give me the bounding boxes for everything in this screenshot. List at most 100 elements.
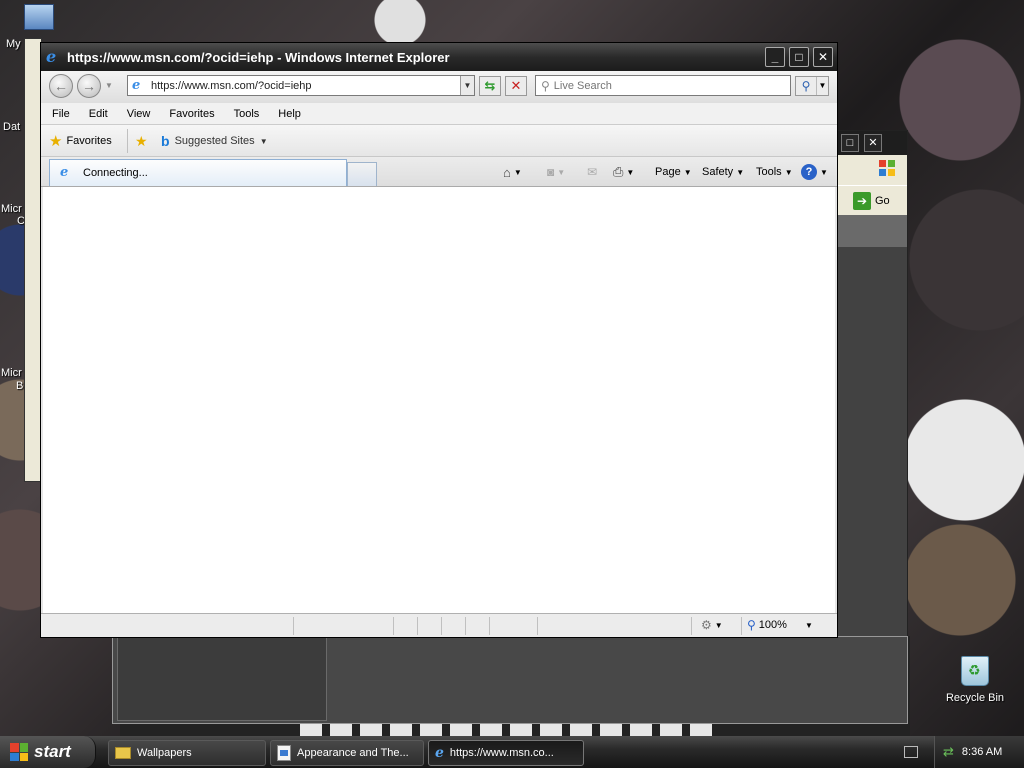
taskbar-item-label: https://www.msn.co... xyxy=(449,747,554,759)
recycle-bin[interactable]: Recycle Bin xyxy=(940,656,1010,704)
status-divider xyxy=(293,617,294,635)
background-window-bottom[interactable] xyxy=(112,636,908,724)
menu-edit[interactable]: Edit xyxy=(81,108,116,120)
clock[interactable]: 8:36 AM xyxy=(962,746,1002,758)
desktop-icon-label[interactable]: Micr xyxy=(1,367,22,379)
search-box[interactable]: ⚲ xyxy=(535,75,791,96)
favorites-separator xyxy=(127,129,128,153)
folder-icon xyxy=(115,747,131,759)
star-icon: ★ xyxy=(49,132,63,150)
add-to-favorites-bar-icon[interactable]: ★ xyxy=(135,133,148,150)
menu-bar: File Edit View Favorites Tools Help xyxy=(41,103,837,125)
search-icon: ⚲ xyxy=(541,78,550,93)
taskbar-item-label: Appearance and The... xyxy=(297,747,409,759)
status-divider xyxy=(465,617,466,635)
status-divider xyxy=(393,617,394,635)
print-button[interactable]: ⎙ ▼ xyxy=(613,163,634,181)
refresh-button[interactable]: ⇆ xyxy=(479,76,501,96)
network-icon[interactable]: ⇄ xyxy=(943,744,954,760)
zoom-icon: ⚲ xyxy=(747,618,756,632)
help-button[interactable]: ? ▼ xyxy=(801,163,828,181)
chevron-down-icon: ▼ xyxy=(820,167,828,177)
ie-titlebar[interactable]: e https://www.msn.com/?ocid=iehp - Windo… xyxy=(41,43,837,71)
my-computer-icon[interactable] xyxy=(24,4,54,30)
recycle-bin-label: Recycle Bin xyxy=(945,692,1005,704)
search-options-dropdown[interactable]: ▼ xyxy=(816,77,828,95)
taskbar: start Wallpapers Appearance and The... e… xyxy=(0,736,1024,768)
new-tab-button[interactable] xyxy=(347,162,377,186)
status-divider xyxy=(741,617,742,635)
page-menu-button[interactable]: Page ▼ xyxy=(655,163,692,181)
safety-menu-label: Safety xyxy=(702,166,734,178)
feeds-button[interactable]: ◙ ▼ xyxy=(547,163,565,181)
background-window-right[interactable]: □ ✕ ➔ Go xyxy=(836,130,908,720)
search-input[interactable] xyxy=(553,79,790,92)
chevron-down-icon: ▼ xyxy=(714,620,723,630)
menu-favorites[interactable]: Favorites xyxy=(161,108,222,120)
close-button[interactable]: ✕ xyxy=(864,134,882,152)
menu-tools[interactable]: Tools xyxy=(226,108,268,120)
recent-pages-dropdown[interactable]: ▼ xyxy=(105,81,113,90)
status-divider xyxy=(691,617,692,635)
ie-window[interactable]: e https://www.msn.com/?ocid=iehp - Windo… xyxy=(40,42,838,638)
mail-icon: ✉ xyxy=(587,165,598,179)
desktop-icon-label[interactable]: Micr xyxy=(1,203,22,215)
keyboard-icon[interactable] xyxy=(904,746,918,758)
tab-label: Connecting... xyxy=(83,167,148,179)
taskbar-item-appearance[interactable]: Appearance and The... xyxy=(270,740,424,766)
start-button[interactable]: start xyxy=(0,736,96,768)
page-menu-label: Page xyxy=(655,166,681,178)
chevron-down-icon: ▼ xyxy=(259,136,268,146)
taskbar-item-wallpapers[interactable]: Wallpapers xyxy=(108,740,266,766)
home-icon: ⌂ xyxy=(503,164,511,180)
taskbar-item-ie[interactable]: e https://www.msn.co... xyxy=(428,740,584,766)
go-button[interactable]: ➔ Go xyxy=(853,191,903,211)
favorites-button[interactable]: ★ Favorites xyxy=(49,131,112,151)
address-text[interactable]: https://www.msn.com/?ocid=iehp xyxy=(151,80,460,92)
start-label: start xyxy=(34,742,71,761)
chevron-down-icon: ▼ xyxy=(736,167,745,177)
maximize-button[interactable]: □ xyxy=(789,47,809,67)
zoom-dropdown[interactable]: ▼ xyxy=(805,621,813,630)
search-button[interactable]: ⚲ ▼ xyxy=(795,76,829,96)
chevron-down-icon: ▼ xyxy=(683,167,692,177)
windows-logo-icon xyxy=(10,743,28,761)
suggested-sites-button[interactable]: b Suggested Sites ▼ xyxy=(161,131,268,151)
system-tray: ⇄ 8:36 AM xyxy=(934,736,1024,768)
menu-help[interactable]: Help xyxy=(270,108,309,120)
background-window-menubar xyxy=(837,155,907,185)
forward-button[interactable]: → xyxy=(77,74,101,98)
address-dropdown-button[interactable]: ▼ xyxy=(460,76,474,95)
desktop-icon-label[interactable]: B xyxy=(16,380,23,392)
bing-icon: b xyxy=(161,133,170,149)
maximize-button[interactable]: □ xyxy=(841,134,859,152)
chevron-down-icon: ▼ xyxy=(513,167,522,177)
ie-icon: e xyxy=(435,745,444,761)
printer-icon: ⎙ xyxy=(613,164,624,179)
close-button[interactable]: ✕ xyxy=(813,47,833,67)
address-bar[interactable]: e https://www.msn.com/?ocid=iehp ▼ xyxy=(127,75,475,96)
zoom-button[interactable]: ⚲ 100% xyxy=(747,618,787,632)
loading-ie-icon: e xyxy=(60,165,69,180)
read-mail-button[interactable]: ✉ xyxy=(587,163,597,181)
tab-connecting[interactable]: e Connecting... xyxy=(49,159,347,186)
home-button[interactable]: ⌂ ▼ xyxy=(503,163,522,181)
tools-menu-button[interactable]: Tools ▼ xyxy=(756,163,793,181)
status-bar: ⚙ ▼ ⚲ 100% ▼ xyxy=(41,613,837,637)
favorites-bar: ★ Favorites ★ b Suggested Sites ▼ xyxy=(41,125,837,157)
background-window-band xyxy=(837,215,907,247)
background-window-titlebar[interactable]: □ ✕ xyxy=(837,131,907,155)
go-arrow-icon: ➔ xyxy=(853,192,871,210)
window-title: https://www.msn.com/?ocid=iehp - Windows… xyxy=(67,49,450,65)
page-content[interactable] xyxy=(43,187,835,613)
desktop-icon-label[interactable]: Dat xyxy=(3,121,20,133)
safety-menu-button[interactable]: Safety ▼ xyxy=(702,163,744,181)
menu-view[interactable]: View xyxy=(119,108,159,120)
status-divider xyxy=(489,617,490,635)
zoom-level: 100% xyxy=(758,619,787,631)
minimize-button[interactable]: _ xyxy=(765,47,785,67)
back-button[interactable]: ← xyxy=(49,74,73,98)
protected-mode-button[interactable]: ⚙ ▼ xyxy=(701,618,723,632)
menu-file[interactable]: File xyxy=(44,108,78,120)
stop-button[interactable]: ✕ xyxy=(505,76,527,96)
